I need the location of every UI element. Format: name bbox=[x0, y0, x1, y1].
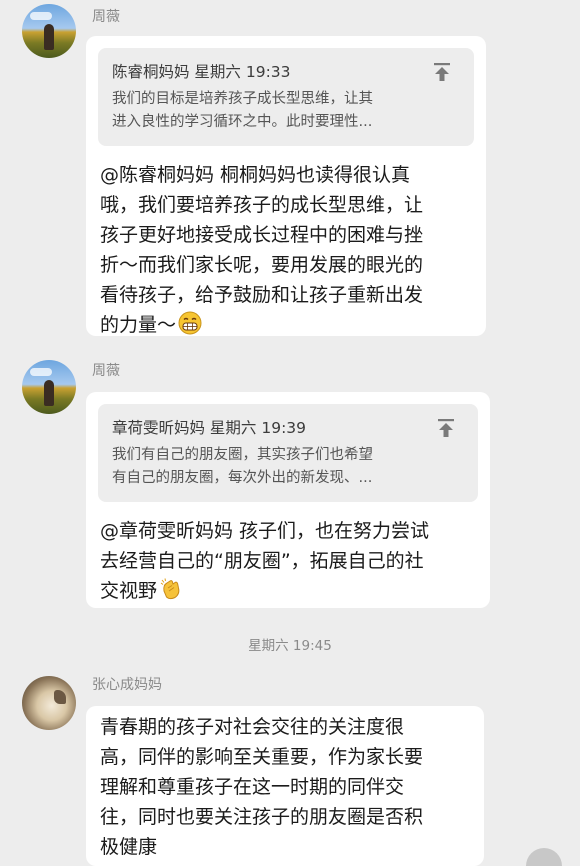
message-bubble[interactable]: 陈睿桐妈妈 星期六 19:33 我们的目标是培养孩子成长型思维，让其 进入良性的… bbox=[86, 36, 486, 336]
message-text: @陈睿桐妈妈 桐桐妈妈也读得很认真 哦，我们要培养孩子的成长型思维，让 孩子更好… bbox=[100, 160, 423, 340]
message-bubble[interactable]: 青春期的孩子对社会交往的关注度很 高，同伴的影响至关重要，作为家长要 理解和尊重… bbox=[86, 706, 484, 866]
sender-name: 张心成妈妈 bbox=[92, 677, 162, 693]
text-line: @陈睿桐妈妈 桐桐妈妈也读得很认真 bbox=[100, 164, 411, 186]
chat-view: 周薇 陈睿桐妈妈 星期六 19:33 我们的目标是培养孩子成长型思维，让其 进入… bbox=[0, 0, 580, 866]
quote-line: 有自己的朋友圈，每次外出的新发现、... bbox=[112, 470, 373, 486]
text-line-last: 的力量～ bbox=[100, 310, 423, 340]
text-line: 哦，我们要培养孩子的成长型思维，让 bbox=[100, 194, 424, 216]
avatar-figure bbox=[44, 380, 54, 406]
message-3: 张心成妈妈 青春期的孩子对社会交往的关注度很 高，同伴的影响至关重要，作为家长要… bbox=[0, 670, 580, 866]
avatar-cat-ear bbox=[54, 690, 66, 704]
quote-line: 我们有自己的朋友圈，其实孩子们也希望 bbox=[112, 447, 373, 463]
text-line: 高，同伴的影响至关重要，作为家长要 bbox=[100, 746, 424, 768]
sender-name: 周薇 bbox=[92, 363, 120, 379]
message-text: @章荷雯昕妈妈 孩子们，也在努力尝试 去经营自己的“朋友圈”，拓展自己的社 交视… bbox=[100, 516, 429, 606]
message-text: 青春期的孩子对社会交往的关注度很 高，同伴的影响至关重要，作为家长要 理解和尊重… bbox=[100, 712, 423, 862]
pin-to-top-icon[interactable] bbox=[436, 418, 456, 438]
quote-header: 章荷雯昕妈妈 星期六 19:39 bbox=[112, 419, 307, 437]
avatar-zhangxincheng-mom[interactable] bbox=[22, 676, 76, 730]
sender-name: 周薇 bbox=[92, 9, 120, 25]
timestamp: 星期六 19:45 bbox=[248, 638, 332, 654]
message-1: 周薇 陈睿桐妈妈 星期六 19:33 我们的目标是培养孩子成长型思维，让其 进入… bbox=[0, 0, 580, 340]
quote-line: 进入良性的学习循环之中。此时要理性... bbox=[112, 114, 373, 130]
grin-emoji-icon bbox=[178, 311, 202, 335]
text-line: 理解和尊重孩子在这一时期的同伴交 bbox=[100, 776, 405, 798]
avatar-zhouwei[interactable] bbox=[22, 4, 76, 58]
text-line-last: 交视野 bbox=[100, 576, 429, 606]
avatar-figure bbox=[44, 24, 54, 50]
text-line: @章荷雯昕妈妈 孩子们，也在努力尝试 bbox=[100, 520, 430, 542]
text-line: 看待孩子，给予鼓励和让孩子重新出发 bbox=[100, 284, 424, 306]
quote-body: 我们的目标是培养孩子成长型思维，让其 进入良性的学习循环之中。此时要理性... bbox=[112, 88, 373, 134]
quoted-message[interactable]: 陈睿桐妈妈 星期六 19:33 我们的目标是培养孩子成长型思维，让其 进入良性的… bbox=[98, 48, 474, 146]
quote-header: 陈睿桐妈妈 星期六 19:33 bbox=[112, 63, 291, 81]
avatar-cloud bbox=[30, 12, 52, 20]
message-bubble[interactable]: 章荷雯昕妈妈 星期六 19:39 我们有自己的朋友圈，其实孩子们也希望 有自己的… bbox=[86, 392, 490, 608]
text-line: 极健康 bbox=[100, 836, 158, 858]
quote-body: 我们有自己的朋友圈，其实孩子们也希望 有自己的朋友圈，每次外出的新发现、... bbox=[112, 444, 373, 490]
avatar-zhouwei[interactable] bbox=[22, 360, 76, 414]
message-2: 周薇 章荷雯昕妈妈 星期六 19:39 我们有自己的朋友圈，其实孩子们也希望 有… bbox=[0, 356, 580, 612]
text-fragment: 的力量～ bbox=[100, 314, 177, 336]
avatar-cloud bbox=[30, 368, 52, 376]
quoted-message[interactable]: 章荷雯昕妈妈 星期六 19:39 我们有自己的朋友圈，其实孩子们也希望 有自己的… bbox=[98, 404, 478, 502]
text-line: 折～而我们家长呢，要用发展的眼光的 bbox=[100, 254, 424, 276]
text-line: 青春期的孩子对社会交往的关注度很 bbox=[100, 716, 405, 738]
pin-to-top-icon[interactable] bbox=[432, 62, 452, 82]
text-line: 孩子更好地接受成长过程中的困难与挫 bbox=[100, 224, 424, 246]
clap-emoji-icon bbox=[160, 578, 180, 600]
quote-line: 我们的目标是培养孩子成长型思维，让其 bbox=[112, 91, 373, 107]
text-line: 去经营自己的“朋友圈”，拓展自己的社 bbox=[100, 550, 424, 572]
text-line: 往，同时也要关注孩子的朋友圈是否积 bbox=[100, 806, 424, 828]
text-fragment: 交视野 bbox=[100, 580, 158, 602]
